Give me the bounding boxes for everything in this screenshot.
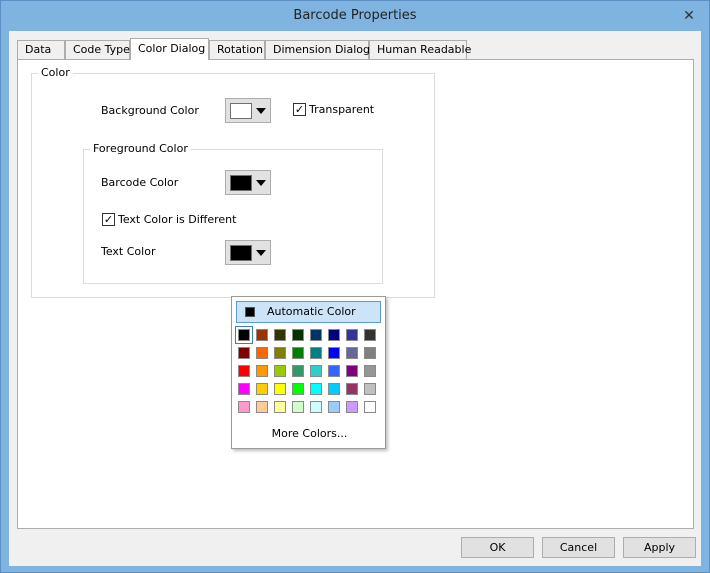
color-swatch-cell[interactable] — [328, 383, 340, 395]
color-group-title: Color — [38, 66, 73, 79]
transparent-label: Transparent — [309, 103, 375, 116]
color-swatch-cell[interactable] — [256, 329, 268, 341]
color-swatch-cell[interactable] — [238, 347, 250, 359]
transparent-checkbox[interactable]: ✓ — [293, 103, 306, 116]
color-swatch-cell[interactable] — [310, 329, 322, 341]
color-swatch-cell[interactable] — [310, 383, 322, 395]
color-swatch-cell[interactable] — [256, 383, 268, 395]
more-colors-link[interactable]: More Colors... — [232, 427, 387, 440]
tab-color-dialog[interactable]: Color Dialog — [130, 38, 209, 60]
background-color-picker[interactable] — [225, 98, 271, 123]
color-swatch-cell[interactable] — [328, 329, 340, 341]
barcode-color-swatch — [230, 175, 252, 191]
color-swatch-cell[interactable] — [274, 365, 286, 377]
color-swatch-cell[interactable] — [292, 329, 304, 341]
cancel-button[interactable]: Cancel — [542, 537, 615, 558]
color-swatch-cell[interactable] — [310, 401, 322, 413]
color-swatch-cell[interactable] — [292, 365, 304, 377]
apply-button[interactable]: Apply — [623, 537, 696, 558]
barcode-color-label: Barcode Color — [101, 176, 179, 189]
text-color-label: Text Color — [101, 245, 156, 258]
color-swatch-cell[interactable] — [328, 347, 340, 359]
color-swatch-cell[interactable] — [364, 365, 376, 377]
color-dialog-panel: Color Background Color ✓ Transparent For… — [17, 59, 694, 529]
color-swatch-cell[interactable] — [256, 401, 268, 413]
color-groupbox: Color Background Color ✓ Transparent For… — [31, 66, 435, 298]
color-swatch-cell[interactable] — [238, 365, 250, 377]
color-swatch-cell[interactable] — [310, 347, 322, 359]
chevron-down-icon — [256, 180, 266, 186]
color-swatch-cell[interactable] — [346, 329, 358, 341]
color-swatch-cell[interactable] — [346, 401, 358, 413]
color-swatch-cell[interactable] — [364, 347, 376, 359]
window-title: Barcode Properties — [293, 8, 417, 23]
text-color-different-checkbox[interactable]: ✓ — [102, 213, 115, 226]
color-swatch-cell[interactable] — [292, 401, 304, 413]
color-swatch-cell[interactable] — [364, 383, 376, 395]
color-swatch-cell[interactable] — [310, 365, 322, 377]
foreground-group-title: Foreground Color — [90, 142, 191, 155]
tab-dimension-dialog[interactable]: Dimension Dialog — [265, 40, 370, 59]
color-swatch-cell[interactable] — [328, 365, 340, 377]
text-color-picker[interactable] — [225, 240, 271, 265]
tab-rotation[interactable]: Rotation — [209, 40, 265, 59]
foreground-groupbox: Foreground Color Barcode Color ✓ Text Co… — [83, 142, 383, 284]
tab-data[interactable]: Data — [17, 40, 65, 59]
color-swatch-cell[interactable] — [346, 365, 358, 377]
color-swatch-cell[interactable] — [274, 347, 286, 359]
color-swatch-cell[interactable] — [292, 383, 304, 395]
ok-button[interactable]: OK — [461, 537, 534, 558]
tab-code-type[interactable]: Code Type — [65, 40, 130, 59]
color-swatch-cell[interactable] — [256, 347, 268, 359]
automatic-color-label: Automatic Color — [267, 305, 356, 318]
text-color-swatch — [230, 245, 252, 261]
chevron-down-icon — [256, 250, 266, 256]
close-icon[interactable]: ✕ — [675, 5, 703, 27]
color-swatch-cell[interactable] — [364, 401, 376, 413]
color-swatch-cell[interactable] — [274, 383, 286, 395]
automatic-color-option[interactable]: Automatic Color — [236, 301, 381, 323]
color-swatch-cell[interactable] — [235, 326, 253, 344]
color-swatch-cell[interactable] — [292, 347, 304, 359]
color-swatch-cell[interactable] — [238, 383, 250, 395]
color-swatch-cell[interactable] — [274, 329, 286, 341]
color-swatch-cell[interactable] — [274, 401, 286, 413]
color-swatch-cell[interactable] — [328, 401, 340, 413]
barcode-color-picker[interactable] — [225, 170, 271, 195]
color-swatch-cell[interactable] — [238, 401, 250, 413]
color-swatch-cell[interactable] — [346, 383, 358, 395]
color-swatch-cell[interactable] — [364, 329, 376, 341]
dialog-window: Barcode Properties ✕ Data Code Type Colo… — [0, 0, 710, 573]
background-color-swatch — [230, 103, 252, 119]
text-color-different-label: Text Color is Different — [118, 213, 237, 226]
automatic-color-swatch — [245, 307, 255, 317]
tab-human-readable[interactable]: Human Readable — [369, 40, 471, 59]
color-swatch-cell[interactable] — [256, 365, 268, 377]
dialog-client-area: Data Code Type Color Dialog Rotation Dim… — [9, 31, 701, 566]
color-dropdown: Automatic Color More Colors... — [231, 296, 386, 449]
chevron-down-icon — [256, 108, 266, 114]
background-color-label: Background Color — [101, 104, 199, 117]
color-swatch-cell[interactable] — [346, 347, 358, 359]
